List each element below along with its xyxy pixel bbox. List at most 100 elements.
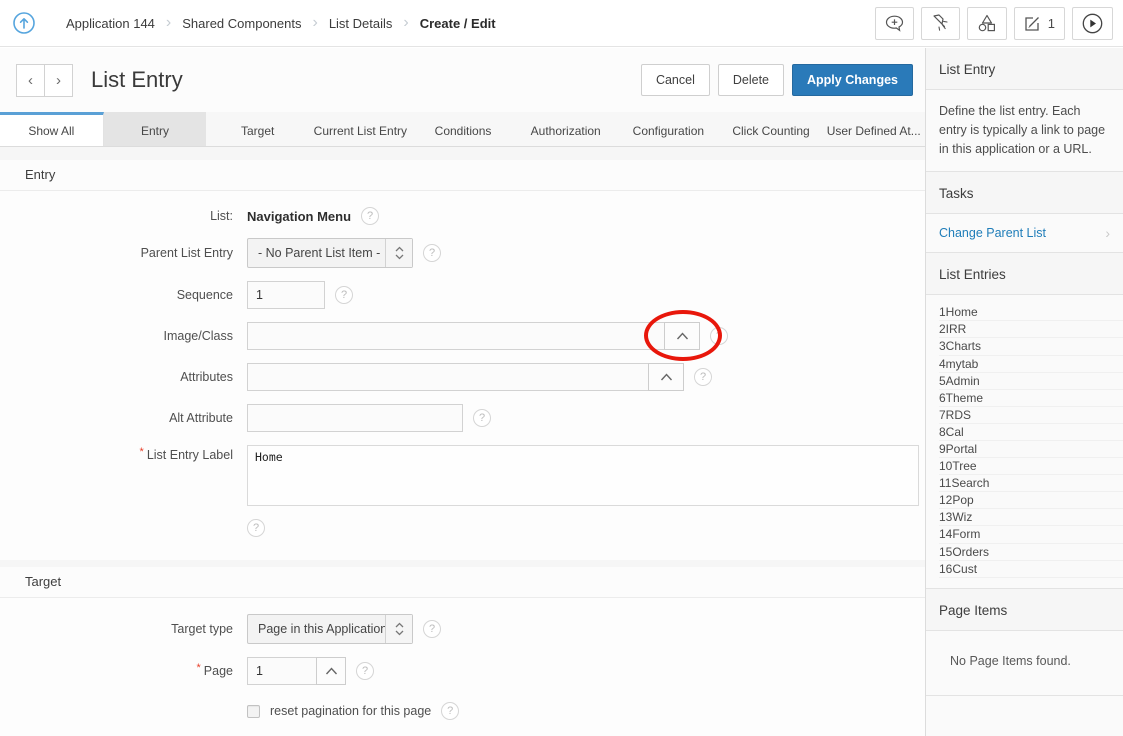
cancel-button[interactable]: Cancel bbox=[641, 64, 710, 96]
previous-entry-button[interactable]: ‹ bbox=[16, 64, 45, 97]
list-entry-item[interactable]: 13Wiz bbox=[939, 509, 1123, 526]
list-entry-item[interactable]: 1Home bbox=[939, 304, 1123, 321]
breadcrumb-item[interactable]: › Create / Edit bbox=[392, 14, 495, 32]
edit-page-button[interactable]: 1 bbox=[1014, 7, 1065, 40]
list-entries-list: 1Home2IRR3Charts4mytab5Admin6Theme7RDS8C… bbox=[926, 295, 1123, 589]
next-entry-button[interactable]: › bbox=[44, 64, 73, 97]
sidebar-list-entries-title: List Entries bbox=[926, 253, 1123, 295]
list-value: Navigation Menu bbox=[247, 209, 351, 224]
list-entry-item[interactable]: 16Cust bbox=[939, 561, 1123, 578]
reset-pagination-row: reset pagination for this page ? bbox=[0, 702, 925, 720]
breadcrumb-item[interactable]: › Shared Components bbox=[155, 14, 302, 32]
help-icon[interactable]: ? bbox=[361, 207, 379, 225]
list-entry-item[interactable]: 14Form bbox=[939, 526, 1123, 543]
list-entry-item[interactable]: 15Orders bbox=[939, 544, 1123, 561]
help-icon[interactable]: ? bbox=[335, 286, 353, 304]
sequence-row: Sequence ? bbox=[0, 281, 925, 309]
header-actions: Cancel Delete Apply Changes bbox=[641, 64, 913, 96]
list-entry-item[interactable]: 12Pop bbox=[939, 492, 1123, 509]
image-class-input[interactable] bbox=[247, 322, 665, 350]
list-entry-label-textarea[interactable]: Home bbox=[247, 445, 919, 506]
list-entry-item[interactable]: 7RDS bbox=[939, 407, 1123, 424]
tab[interactable]: Authorization bbox=[514, 112, 617, 146]
breadcrumb-separator: › bbox=[166, 14, 171, 32]
help-icon[interactable]: ? bbox=[694, 368, 712, 386]
region-tabs: Show AllEntryTargetCurrent List EntryCon… bbox=[0, 112, 925, 147]
attributes-label: Attributes bbox=[0, 370, 233, 384]
breadcrumb-separator: › bbox=[403, 14, 408, 32]
delete-button[interactable]: Delete bbox=[718, 64, 784, 96]
list-entry-item[interactable]: 8Cal bbox=[939, 424, 1123, 441]
dev-toolbar: 1 bbox=[875, 7, 1113, 40]
tab[interactable]: Target bbox=[206, 112, 309, 146]
parent-list-entry-label: Parent List Entry bbox=[0, 246, 233, 260]
tab[interactable]: Entry bbox=[104, 112, 207, 146]
tab[interactable]: Click Counting bbox=[720, 112, 823, 146]
list-entry-item[interactable]: 10Tree bbox=[939, 458, 1123, 475]
change-parent-list-link[interactable]: Change Parent List › bbox=[926, 214, 1123, 253]
feedback-button[interactable] bbox=[875, 7, 914, 40]
select-spinner-icon bbox=[385, 239, 412, 267]
page-title: List Entry bbox=[91, 67, 183, 93]
entry-section-title: Entry bbox=[0, 160, 925, 191]
tab[interactable]: Conditions bbox=[412, 112, 515, 146]
list-entry-item[interactable]: 3Charts bbox=[939, 338, 1123, 355]
alt-attribute-label: Alt Attribute bbox=[0, 411, 233, 425]
list-entry-item[interactable]: 6Theme bbox=[939, 390, 1123, 407]
page-items-empty-message: No Page Items found. bbox=[926, 631, 1123, 696]
run-page-button[interactable] bbox=[1072, 7, 1113, 40]
sidebar-about-title: List Entry bbox=[926, 48, 1123, 90]
list-entry-item[interactable]: 4mytab bbox=[939, 356, 1123, 373]
breadcrumb-item[interactable]: › List Details bbox=[301, 14, 392, 32]
sidebar-page-items-title: Page Items bbox=[926, 589, 1123, 631]
app-home-icon[interactable] bbox=[13, 12, 35, 34]
entry-section: Entry List: Navigation Menu ? Parent Lis… bbox=[0, 160, 925, 560]
breadcrumb-item[interactable]: Application 144 bbox=[44, 16, 155, 31]
list-label: List: bbox=[0, 209, 233, 223]
target-type-row: Target type Page in this Application ? bbox=[0, 614, 925, 644]
list-entry-item[interactable]: 2IRR bbox=[939, 321, 1123, 338]
tab[interactable]: Current List Entry bbox=[309, 112, 412, 146]
sidebar-tasks-title: Tasks bbox=[926, 172, 1123, 214]
help-icon[interactable]: ? bbox=[423, 620, 441, 638]
target-type-select[interactable]: Page in this Application bbox=[247, 614, 413, 644]
sequence-input[interactable] bbox=[247, 281, 325, 309]
list-entry-item[interactable]: 11Search bbox=[939, 475, 1123, 492]
attributes-row: Attributes ? bbox=[0, 363, 925, 391]
tab[interactable]: User Defined At... bbox=[822, 112, 925, 146]
sequence-label: Sequence bbox=[0, 288, 233, 302]
page-input[interactable] bbox=[247, 657, 317, 685]
list-entry-item[interactable]: 9Portal bbox=[939, 441, 1123, 458]
list-entry-item[interactable]: 5Admin bbox=[939, 373, 1123, 390]
apply-changes-button[interactable]: Apply Changes bbox=[792, 64, 913, 96]
help-icon[interactable]: ? bbox=[441, 702, 459, 720]
flashlight-icon bbox=[931, 14, 950, 32]
list-row: List: Navigation Menu ? bbox=[0, 207, 925, 225]
select-spinner-icon bbox=[385, 615, 412, 643]
attributes-popup-lov-button[interactable] bbox=[648, 363, 684, 391]
list-entry-label-label: *List Entry Label bbox=[0, 445, 233, 462]
parent-list-entry-select[interactable]: - No Parent List Item - bbox=[247, 238, 413, 268]
shared-components-button[interactable] bbox=[967, 7, 1007, 40]
help-icon[interactable]: ? bbox=[423, 244, 441, 262]
chevron-right-icon: › bbox=[1105, 225, 1110, 241]
search-spotlight-button[interactable] bbox=[921, 7, 960, 40]
reset-pagination-checkbox[interactable] bbox=[247, 705, 260, 718]
feedback-bubble-icon bbox=[885, 15, 904, 32]
required-marker: * bbox=[140, 446, 144, 458]
tab[interactable]: Configuration bbox=[617, 112, 720, 146]
alt-attribute-row: Alt Attribute ? bbox=[0, 404, 925, 432]
help-icon[interactable]: ? bbox=[247, 519, 265, 537]
help-icon[interactable]: ? bbox=[473, 409, 491, 427]
page-popup-lov-button[interactable] bbox=[316, 657, 346, 685]
sidebar-about-description: Define the list entry. Each entry is typ… bbox=[926, 90, 1123, 172]
image-class-popup-lov-button[interactable] bbox=[664, 322, 700, 350]
main-content: ‹ › List Entry Cancel Delete Apply Chang… bbox=[0, 48, 925, 736]
attributes-input[interactable] bbox=[247, 363, 649, 391]
tab[interactable]: Show All bbox=[0, 112, 104, 146]
alt-attribute-input[interactable] bbox=[247, 404, 463, 432]
help-icon[interactable]: ? bbox=[356, 662, 374, 680]
image-class-row: Image/Class ? bbox=[0, 322, 925, 350]
help-icon[interactable]: ? bbox=[710, 327, 728, 345]
top-bar: Application 144 › Shared Components › Li… bbox=[0, 0, 1123, 47]
